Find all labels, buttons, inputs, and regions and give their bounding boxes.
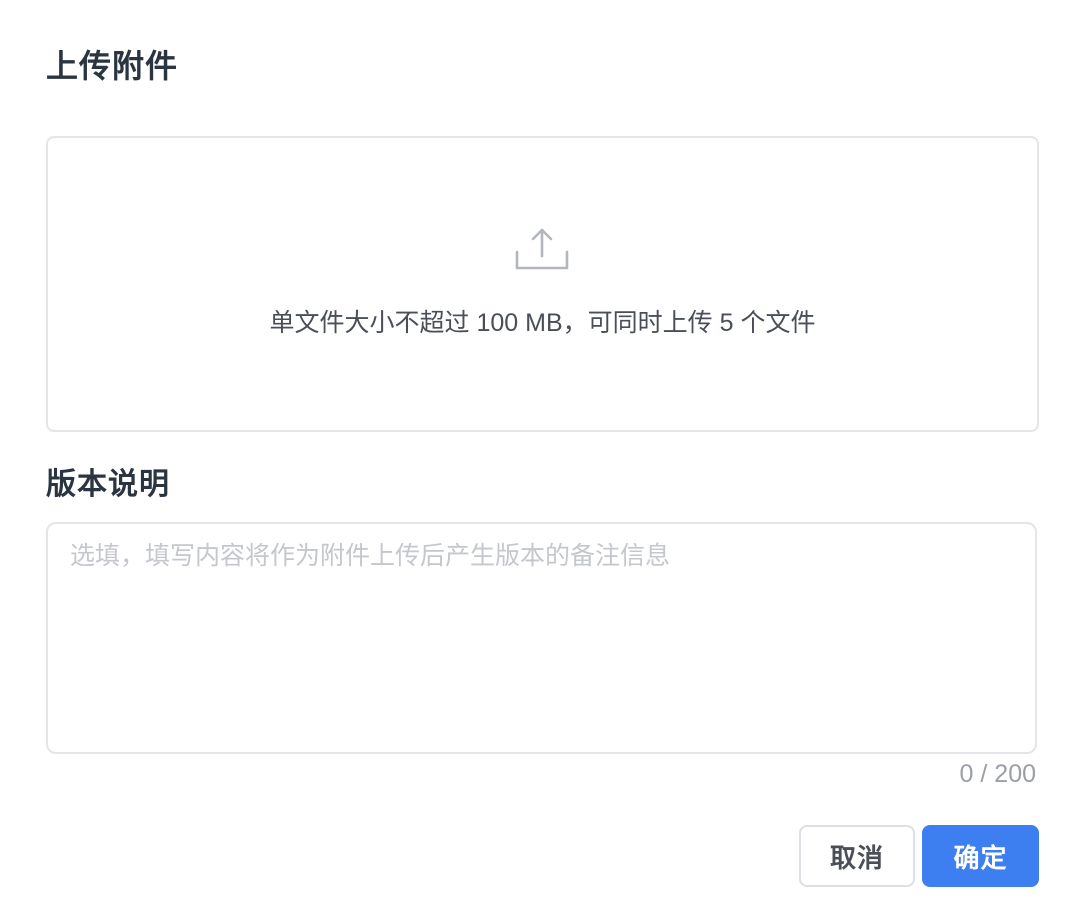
confirm-button[interactable]: 确定 xyxy=(922,825,1039,887)
upload-icon xyxy=(515,228,569,270)
char-counter: 0 / 200 xyxy=(959,760,1036,788)
cancel-button[interactable]: 取消 xyxy=(799,825,915,887)
version-note-label: 版本说明 xyxy=(46,468,170,501)
upload-attachment-dialog: 上传附件 单文件大小不超过 100 MB，可同时上传 5 个文件 版本说明 0 … xyxy=(0,0,1080,919)
upload-hint-text: 单文件大小不超过 100 MB，可同时上传 5 个文件 xyxy=(269,309,816,337)
dialog-title: 上传附件 xyxy=(46,48,179,84)
version-note-textarea[interactable] xyxy=(46,522,1037,754)
upload-dropzone[interactable] xyxy=(46,136,1039,432)
